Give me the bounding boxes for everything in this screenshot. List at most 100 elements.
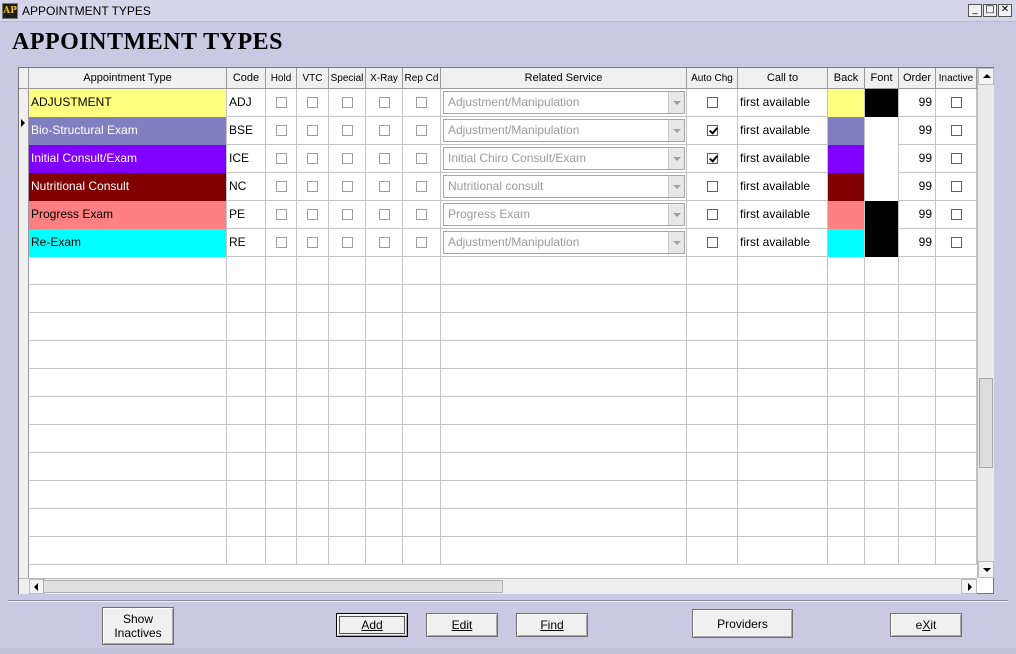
vtc-checkbox[interactable]	[307, 153, 318, 164]
cell-code[interactable]: BSE	[227, 117, 266, 145]
empty-row[interactable]	[29, 341, 977, 369]
cell-order[interactable]: 99	[899, 173, 936, 201]
cell-inactive[interactable]	[936, 369, 977, 397]
hold-checkbox[interactable]	[276, 97, 287, 108]
cell-auto-chg[interactable]	[687, 89, 738, 117]
related-service-dropdown[interactable]: Nutritional consult	[443, 175, 685, 198]
cell-related-service[interactable]: Adjustment/Manipulation	[441, 117, 687, 145]
cell-vtc[interactable]	[297, 537, 329, 565]
cell-auto-chg[interactable]	[687, 341, 738, 369]
cell-font[interactable]	[865, 425, 899, 453]
special-checkbox[interactable]	[342, 209, 353, 220]
empty-row[interactable]	[29, 397, 977, 425]
cell-order[interactable]	[899, 453, 936, 481]
cell-call-to[interactable]	[738, 397, 828, 425]
cell-hold[interactable]	[266, 397, 297, 425]
cell-hold[interactable]	[266, 537, 297, 565]
hold-checkbox[interactable]	[276, 153, 287, 164]
cell-rep-cd[interactable]	[403, 89, 441, 117]
empty-row[interactable]	[29, 537, 977, 565]
cell-call-to[interactable]: first available	[738, 173, 828, 201]
cell-hold[interactable]	[266, 257, 297, 285]
cell-special[interactable]	[329, 173, 366, 201]
cell-call-to[interactable]	[738, 257, 828, 285]
special-checkbox[interactable]	[342, 237, 353, 248]
cell-xray[interactable]	[366, 313, 403, 341]
show-inactives-button[interactable]: Show Inactives	[102, 607, 174, 645]
cell-call-to[interactable]: first available	[738, 201, 828, 229]
back-color-swatch[interactable]	[828, 117, 865, 145]
cell-order[interactable]: 99	[899, 117, 936, 145]
cell-call-to[interactable]: first available	[738, 229, 828, 257]
cell-auto-chg[interactable]	[687, 117, 738, 145]
cell-appointment-type[interactable]	[29, 425, 227, 453]
special-checkbox[interactable]	[342, 97, 353, 108]
cell-xray[interactable]	[366, 453, 403, 481]
cell-hold[interactable]	[266, 117, 297, 145]
cell-special[interactable]	[329, 509, 366, 537]
cell-rep-cd[interactable]	[403, 397, 441, 425]
cell-special[interactable]	[329, 369, 366, 397]
back-color-swatch[interactable]	[828, 229, 865, 257]
cell-call-to[interactable]	[738, 341, 828, 369]
cell-hold[interactable]	[266, 145, 297, 173]
minimize-button[interactable]: _	[968, 4, 982, 17]
cell-font[interactable]	[865, 341, 899, 369]
cell-vtc[interactable]	[297, 173, 329, 201]
auto-chg-checkbox[interactable]	[707, 125, 718, 136]
table-row[interactable]: Nutritional Consult NC Nutritional consult…	[29, 173, 977, 201]
inactive-checkbox[interactable]	[951, 209, 962, 220]
rep-cd-checkbox[interactable]	[416, 237, 427, 248]
special-checkbox[interactable]	[342, 125, 353, 136]
cell-xray[interactable]	[366, 369, 403, 397]
cell-rep-cd[interactable]	[403, 369, 441, 397]
cell-rep-cd[interactable]	[403, 201, 441, 229]
cell-font[interactable]	[865, 481, 899, 509]
font-color-swatch[interactable]	[865, 89, 899, 117]
cell-related-service[interactable]	[441, 313, 687, 341]
cell-inactive[interactable]	[936, 229, 977, 257]
column-header-back[interactable]: Back	[828, 68, 865, 89]
cell-special[interactable]	[329, 453, 366, 481]
cell-appointment-type[interactable]: Initial Consult/Exam	[29, 145, 227, 173]
special-checkbox[interactable]	[342, 153, 353, 164]
maximize-button[interactable]: □	[983, 4, 997, 17]
cell-call-to[interactable]	[738, 537, 828, 565]
inactive-checkbox[interactable]	[951, 153, 962, 164]
cell-call-to[interactable]: first available	[738, 117, 828, 145]
empty-row[interactable]	[29, 369, 977, 397]
cell-xray[interactable]	[366, 537, 403, 565]
cell-xray[interactable]	[366, 509, 403, 537]
vtc-checkbox[interactable]	[307, 97, 318, 108]
cell-code[interactable]	[227, 481, 266, 509]
cell-auto-chg[interactable]	[687, 509, 738, 537]
cell-related-service[interactable]	[441, 341, 687, 369]
cell-hold[interactable]	[266, 481, 297, 509]
cell-back[interactable]	[828, 425, 865, 453]
table-row[interactable]: Progress Exam PE Progress Exam first availa…	[29, 201, 977, 229]
font-color-swatch[interactable]	[865, 229, 899, 257]
vertical-scrollbar[interactable]	[977, 68, 994, 578]
cell-auto-chg[interactable]	[687, 173, 738, 201]
cell-code[interactable]: ICE	[227, 145, 266, 173]
empty-row[interactable]	[29, 313, 977, 341]
cell-inactive[interactable]	[936, 285, 977, 313]
cell-font[interactable]	[865, 257, 899, 285]
cell-rep-cd[interactable]	[403, 537, 441, 565]
table-row[interactable]: Re-Exam RE Adjustment/Manipulation first av…	[29, 229, 977, 257]
cell-vtc[interactable]	[297, 481, 329, 509]
find-button[interactable]: Find	[516, 613, 588, 637]
font-color-swatch[interactable]	[865, 201, 899, 229]
cell-special[interactable]	[329, 257, 366, 285]
rep-cd-checkbox[interactable]	[416, 153, 427, 164]
dropdown-arrow-icon[interactable]	[668, 120, 684, 141]
cell-vtc[interactable]	[297, 285, 329, 313]
cell-appointment-type[interactable]	[29, 397, 227, 425]
cell-code[interactable]: RE	[227, 229, 266, 257]
cell-call-to[interactable]	[738, 453, 828, 481]
cell-hold[interactable]	[266, 509, 297, 537]
related-service-dropdown[interactable]: Adjustment/Manipulation	[443, 91, 685, 114]
cell-vtc[interactable]	[297, 369, 329, 397]
cell-code[interactable]	[227, 285, 266, 313]
row-selector-column[interactable]	[19, 89, 29, 578]
